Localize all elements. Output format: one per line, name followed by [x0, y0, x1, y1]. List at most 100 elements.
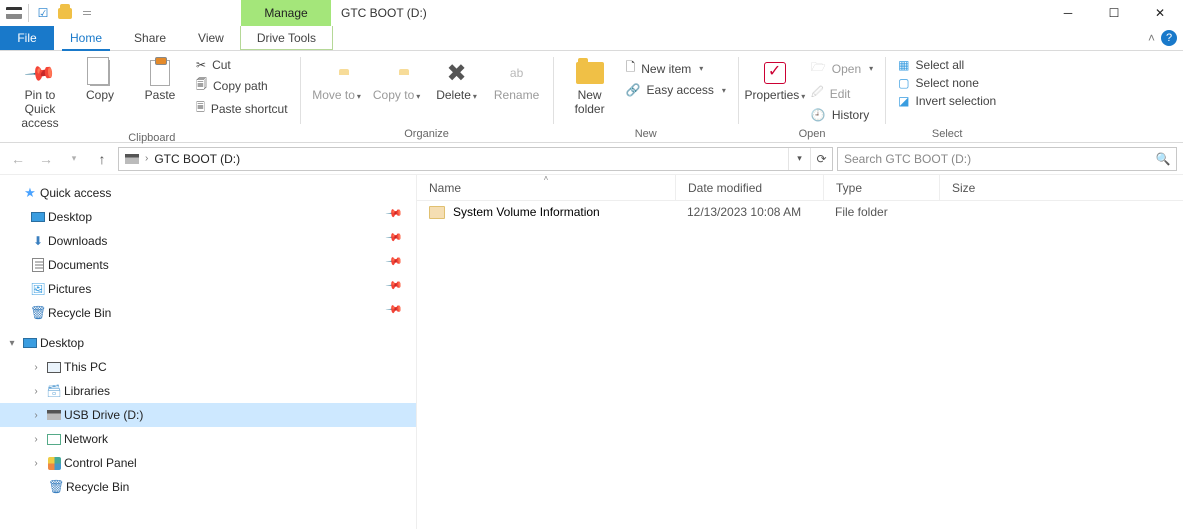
back-button[interactable]: ←: [6, 147, 30, 171]
delete-button[interactable]: ✖ Delete▾: [429, 55, 485, 103]
help-icon[interactable]: ?: [1161, 30, 1177, 46]
nav-quick-documents[interactable]: Documents📌: [0, 253, 416, 277]
column-headers[interactable]: ˄Name Date modified Type Size: [417, 175, 1183, 201]
up-button[interactable]: ↑: [90, 147, 114, 171]
easy-access-button[interactable]: 🔗Easy access▾: [622, 82, 730, 98]
paste-shortcut-icon: 🗏: [196, 99, 205, 118]
column-header-name[interactable]: ˄Name: [417, 175, 675, 200]
address-chevron-icon[interactable]: ›: [145, 153, 152, 164]
nav-recycle-bin[interactable]: 🗑Recycle Bin: [0, 475, 416, 499]
maximize-button[interactable]: ☐: [1091, 0, 1137, 26]
paste-shortcut-button[interactable]: 🗏Paste shortcut: [192, 98, 292, 119]
rename-button[interactable]: ab Rename: [489, 55, 545, 103]
nav-this-pc[interactable]: ›This PC: [0, 355, 416, 379]
history-button[interactable]: 🕘History: [807, 107, 877, 123]
search-box[interactable]: 🔍: [837, 147, 1177, 171]
edit-button[interactable]: 🖉Edit: [807, 82, 877, 105]
list-item[interactable]: System Volume Information 12/13/2023 10:…: [417, 201, 1183, 223]
ribbon-group-organize: Move to▾ Copy to▾ ✖ Delete▾ ab Rename Or…: [301, 51, 553, 142]
tab-home[interactable]: Home: [54, 26, 118, 50]
new-item-icon: 🗋: [626, 58, 636, 79]
cut-button[interactable]: ✂Cut: [192, 57, 292, 73]
desktop-icon: [31, 212, 45, 222]
move-to-button[interactable]: Move to▾: [309, 55, 365, 103]
nav-quick-downloads[interactable]: ⬇Downloads📌: [0, 229, 416, 253]
this-pc-icon: [47, 362, 61, 373]
qat-newfolder-icon[interactable]: [57, 5, 73, 21]
nav-quick-desktop[interactable]: Desktop📌: [0, 205, 416, 229]
collapse-ribbon-icon[interactable]: ˄: [1148, 31, 1155, 45]
close-button[interactable]: ✕: [1137, 0, 1183, 26]
documents-icon: [32, 258, 44, 272]
nav-quick-access[interactable]: ★ Quick access: [0, 181, 416, 205]
sort-ascending-icon: ˄: [544, 174, 549, 183]
invert-selection-button[interactable]: ◪Invert selection: [894, 93, 1000, 109]
refresh-button[interactable]: ⟳: [810, 148, 832, 170]
address-dropdown-button[interactable]: ▾: [788, 148, 810, 170]
chevron-right-icon[interactable]: ›: [28, 386, 44, 397]
file-list[interactable]: System Volume Information 12/13/2023 10:…: [417, 201, 1183, 529]
folder-icon: [429, 206, 445, 219]
copy-button[interactable]: Copy: [72, 55, 128, 103]
network-icon: [47, 434, 61, 445]
folder-icon: [576, 62, 604, 84]
contextual-tab-manage[interactable]: Manage: [241, 0, 331, 26]
column-header-date[interactable]: Date modified: [675, 175, 823, 200]
paste-button[interactable]: Paste: [132, 55, 188, 103]
open-button[interactable]: 🗁Open▾: [807, 57, 877, 80]
new-folder-button[interactable]: New folder: [562, 55, 618, 117]
easy-access-icon: 🔗: [626, 83, 641, 97]
address-path[interactable]: GTC BOOT (D:): [152, 152, 788, 166]
select-all-button[interactable]: ▦Select all: [894, 57, 1000, 73]
pin-to-quick-access-button[interactable]: 📌 Pin to Quick access: [12, 55, 68, 130]
column-header-type[interactable]: Type: [823, 175, 939, 200]
main-area: ★ Quick access Desktop📌 ⬇Downloads📌 Docu…: [0, 175, 1183, 529]
qat-customize-icon[interactable]: ＝: [79, 5, 95, 21]
copy-to-button[interactable]: Copy to▾: [369, 55, 425, 103]
chevron-right-icon[interactable]: ›: [28, 434, 44, 445]
new-item-button[interactable]: 🗋New item▾: [622, 57, 730, 80]
history-icon: 🕘: [811, 108, 826, 122]
copy-path-button[interactable]: 🗐Copy path: [192, 75, 292, 96]
scissors-icon: ✂: [196, 58, 206, 72]
column-header-size[interactable]: Size: [939, 175, 1183, 200]
navigation-row: ← → ▾ ↑ › GTC BOOT (D:) ▾ ⟳ 🔍: [0, 143, 1183, 175]
nav-quick-pictures[interactable]: 🖼Pictures📌: [0, 277, 416, 301]
chevron-down-icon[interactable]: ▾: [4, 338, 20, 349]
tab-share[interactable]: Share: [118, 26, 182, 50]
nav-usb-drive[interactable]: ›USB Drive (D:): [0, 403, 416, 427]
qat-properties-icon[interactable]: ☑: [35, 5, 51, 21]
item-date: 12/13/2023 10:08 AM: [675, 205, 823, 219]
forward-button[interactable]: →: [34, 147, 58, 171]
navigation-pane[interactable]: ★ Quick access Desktop📌 ⬇Downloads📌 Docu…: [0, 175, 417, 529]
recent-locations-button[interactable]: ▾: [62, 147, 86, 171]
pictures-icon: 🖼: [28, 282, 48, 296]
ribbon-group-clipboard: 📌 Pin to Quick access Copy Paste ✂Cut 🗐C…: [4, 51, 300, 142]
search-input[interactable]: [838, 152, 1150, 166]
chevron-right-icon[interactable]: ›: [28, 458, 44, 469]
tab-file[interactable]: File: [0, 26, 54, 50]
address-drive-icon: [119, 154, 145, 164]
pin-icon: 📌: [22, 55, 57, 90]
nav-control-panel[interactable]: ›Control Panel: [0, 451, 416, 475]
window-title: GTC BOOT (D:): [331, 0, 1045, 26]
drive-icon: [6, 5, 22, 21]
nav-quick-recycle-bin[interactable]: 🗑Recycle Bin📌: [0, 301, 416, 325]
search-icon[interactable]: 🔍: [1150, 152, 1176, 166]
select-all-icon: ▦: [898, 58, 909, 72]
nav-libraries[interactable]: ›🗃Libraries: [0, 379, 416, 403]
minimize-button[interactable]: ─: [1045, 0, 1091, 26]
properties-button[interactable]: Properties▾: [747, 55, 803, 103]
control-panel-icon: [48, 457, 61, 470]
group-label-new: New: [554, 126, 738, 142]
paste-icon: [150, 60, 170, 86]
nav-network[interactable]: ›Network: [0, 427, 416, 451]
select-none-button[interactable]: ▢Select none: [894, 75, 1000, 91]
item-name: System Volume Information: [453, 205, 600, 219]
chevron-right-icon[interactable]: ›: [28, 362, 44, 373]
nav-desktop-root[interactable]: ▾Desktop: [0, 331, 416, 355]
tab-view[interactable]: View: [182, 26, 240, 50]
address-bar[interactable]: › GTC BOOT (D:) ▾ ⟳: [118, 147, 833, 171]
chevron-right-icon[interactable]: ›: [28, 410, 44, 421]
tab-drive-tools[interactable]: Drive Tools: [240, 26, 333, 50]
